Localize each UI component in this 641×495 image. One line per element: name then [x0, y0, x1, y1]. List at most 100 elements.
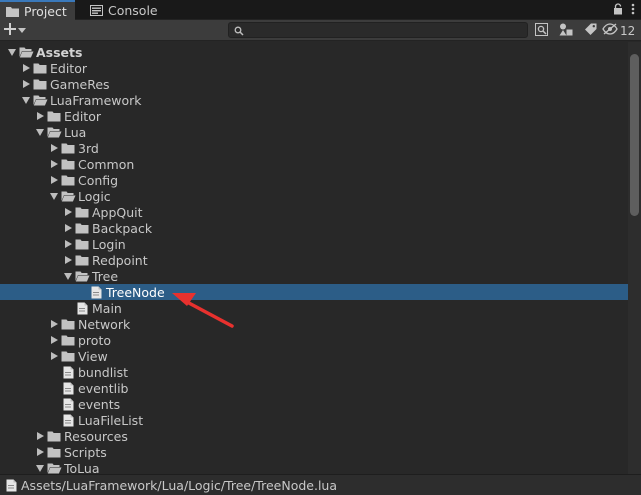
tree-item-label: Resources [64, 428, 128, 444]
tree-file-row[interactable]: LuaFileList [0, 412, 628, 428]
folder-icon [60, 156, 76, 172]
tab-bar-controls [613, 2, 635, 18]
expand-arrow-right-icon[interactable] [48, 140, 60, 156]
tree-file-row[interactable]: eventlib [0, 380, 628, 396]
hidden-packages-toggle[interactable]: 12 [602, 23, 640, 38]
tree-item-label: Config [78, 172, 119, 188]
tree-file-row[interactable]: events [0, 396, 628, 412]
search-by-type-icon [535, 22, 549, 39]
expand-arrow-right-icon[interactable] [48, 316, 60, 332]
tree-item-label: Common [78, 156, 135, 172]
tree-folder-row[interactable]: Logic [0, 188, 628, 204]
shapes-icon [559, 23, 573, 39]
tree-item-label: Logic [78, 188, 111, 204]
folder-icon [46, 108, 62, 124]
filter-by-label-button[interactable] [578, 22, 602, 39]
tree-folder-row[interactable]: View [0, 348, 628, 364]
tree-folder-row[interactable]: Lua [0, 124, 628, 140]
expand-arrow-down-icon[interactable] [48, 188, 60, 204]
scrollbar-thumb[interactable] [630, 54, 639, 216]
folder-icon [74, 204, 90, 220]
eye-slash-icon [602, 23, 618, 38]
project-toolbar: 12 [0, 20, 641, 41]
kebab-menu-icon[interactable] [631, 3, 635, 18]
folder-icon [60, 172, 76, 188]
tab-project-label: Project [24, 3, 67, 19]
tree-item-label: 3rd [78, 140, 99, 156]
folder-icon [6, 6, 19, 17]
expand-arrow-right-icon[interactable] [34, 108, 46, 124]
tree-folder-row[interactable]: AppQuit [0, 204, 628, 220]
tree-folder-row[interactable]: Redpoint [0, 252, 628, 268]
tree-folder-row[interactable]: Scripts [0, 444, 628, 460]
tree-folder-row[interactable]: Backpack [0, 220, 628, 236]
expand-arrow-right-icon[interactable] [20, 60, 32, 76]
search-field[interactable] [228, 22, 528, 38]
lock-icon[interactable] [613, 2, 623, 18]
tree-file-row[interactable]: bundlist [0, 364, 628, 380]
tree-folder-row[interactable]: Assets [0, 44, 628, 60]
tree-folder-row[interactable]: proto [0, 332, 628, 348]
tree-item-label: Tree [92, 268, 119, 284]
plus-icon [4, 22, 16, 38]
expand-arrow-down-icon[interactable] [34, 460, 46, 474]
tree-folder-row[interactable]: Editor [0, 108, 628, 124]
expand-arrow-right-icon[interactable] [62, 252, 74, 268]
tree-folder-row[interactable]: 3rd [0, 140, 628, 156]
expand-arrow-right-icon[interactable] [62, 220, 74, 236]
tree-folder-row[interactable]: Common [0, 156, 628, 172]
expand-arrow-right-icon[interactable] [48, 156, 60, 172]
arrow-spacer [76, 284, 88, 300]
tree-folder-row[interactable]: Login [0, 236, 628, 252]
folder-open-icon [46, 460, 62, 474]
expand-arrow-right-icon[interactable] [34, 428, 46, 444]
tree-item-label: Scripts [64, 444, 107, 460]
project-tree: Assets Editor GameRes LuaFramework Editor Lua… [0, 42, 628, 474]
tree-file-row[interactable]: TreeNode [0, 284, 628, 300]
tree-folder-row[interactable]: Editor [0, 60, 628, 76]
folder-icon [46, 428, 62, 444]
expand-arrow-right-icon[interactable] [48, 348, 60, 364]
tree-folder-row[interactable]: Tree [0, 268, 628, 284]
tree-item-label: Backpack [92, 220, 153, 236]
expand-arrow-down-icon[interactable] [34, 124, 46, 140]
tree-item-label: Editor [50, 60, 87, 76]
expand-arrow-down-icon[interactable] [20, 92, 32, 108]
arrow-spacer [48, 380, 60, 396]
expand-arrow-right-icon[interactable] [20, 76, 32, 92]
folder-icon [46, 444, 62, 460]
tab-console[interactable]: Console [84, 0, 166, 20]
expand-arrow-down-icon[interactable] [6, 44, 18, 60]
lua-file-icon [88, 284, 104, 300]
arrow-spacer [48, 364, 60, 380]
expand-arrow-down-icon[interactable] [62, 268, 74, 284]
search-by-type-button[interactable] [530, 22, 554, 39]
tree-folder-row[interactable]: GameRes [0, 76, 628, 92]
lua-file-icon [74, 300, 90, 316]
folder-icon [32, 60, 48, 76]
arrow-spacer [48, 412, 60, 428]
expand-arrow-right-icon[interactable] [62, 236, 74, 252]
tree-item-label: LuaFramework [50, 92, 142, 108]
folder-icon [60, 348, 76, 364]
tree-folder-row[interactable]: Resources [0, 428, 628, 444]
folder-open-icon [46, 124, 62, 140]
lua-file-icon [6, 479, 17, 492]
tab-project[interactable]: Project [0, 0, 75, 20]
expand-arrow-right-icon[interactable] [34, 444, 46, 460]
tree-file-row[interactable]: Main [0, 300, 628, 316]
filter-by-type-button[interactable] [554, 22, 578, 39]
tree-folder-row[interactable]: LuaFramework [0, 92, 628, 108]
create-button[interactable] [4, 21, 32, 39]
folder-open-icon [18, 44, 34, 60]
expand-arrow-right-icon[interactable] [48, 172, 60, 188]
expand-arrow-right-icon[interactable] [48, 332, 60, 348]
vertical-scrollbar[interactable] [628, 42, 641, 474]
expand-arrow-right-icon[interactable] [62, 204, 74, 220]
tree-item-label: ToLua [64, 460, 100, 475]
tree-folder-row[interactable]: Network [0, 316, 628, 332]
tree-item-label: AppQuit [92, 204, 143, 220]
tree-item-label: Assets [36, 44, 83, 60]
tree-folder-row[interactable]: Config [0, 172, 628, 188]
tree-folder-row[interactable]: ToLua [0, 460, 628, 474]
